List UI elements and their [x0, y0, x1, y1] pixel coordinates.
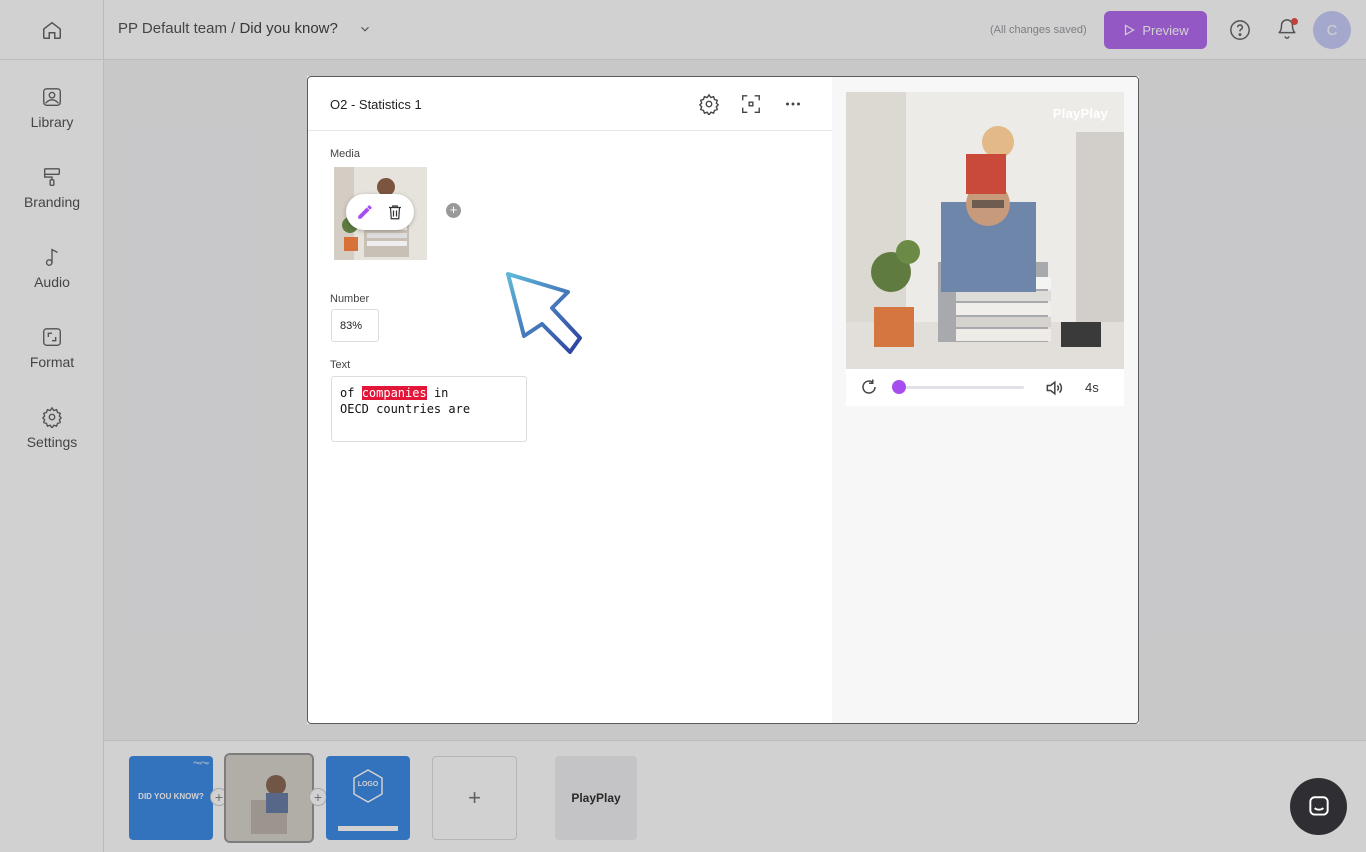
trash-icon[interactable]: [386, 203, 404, 221]
slide-title: O2 - Statistics 1: [330, 97, 422, 112]
brand-watermark: PlayPlay: [1053, 106, 1108, 121]
number-input[interactable]: 83%: [331, 309, 379, 342]
gear-icon[interactable]: [698, 93, 720, 115]
media-action-pill: [346, 194, 414, 230]
progress-knob[interactable]: [892, 380, 906, 394]
text-label: Text: [330, 359, 350, 371]
pointer-cursor-icon: [500, 268, 590, 363]
add-media-button[interactable]: +: [446, 203, 461, 218]
text-before: of: [340, 386, 362, 400]
more-options-icon[interactable]: [782, 93, 804, 115]
replay-icon[interactable]: [860, 378, 878, 396]
text-after: in: [427, 386, 449, 400]
modal-backdrop[interactable]: [0, 724, 1366, 852]
edit-pencil-icon[interactable]: [356, 203, 374, 221]
media-label: Media: [330, 148, 360, 160]
swap-layout-icon[interactable]: [740, 93, 762, 115]
text-input[interactable]: of companies in OECD countries are: [331, 376, 527, 442]
volume-icon[interactable]: [1044, 378, 1064, 398]
preview-canvas: PlayPlay: [846, 92, 1124, 369]
editor-header: O2 - Statistics 1: [308, 77, 832, 131]
slide-editor-modal: O2 - Statistics 1 Media +: [307, 76, 1139, 724]
number-label: Number: [330, 293, 369, 305]
preview-panel: PlayPlay 4s: [832, 77, 1138, 723]
preview-photo: [846, 92, 1124, 369]
text-selection: companies: [362, 386, 427, 400]
duration-label: 4s: [1085, 380, 1099, 395]
chat-support-button[interactable]: [1290, 778, 1347, 835]
progress-track[interactable]: [898, 386, 1024, 389]
text-line-2: OECD countries are: [340, 401, 518, 417]
text-line-1: of companies in: [340, 385, 518, 401]
editor-panel: O2 - Statistics 1 Media +: [308, 77, 832, 723]
modal-backdrop[interactable]: [1139, 76, 1366, 724]
modal-backdrop[interactable]: [0, 76, 307, 724]
video-player-controls: 4s: [846, 369, 1124, 406]
chat-icon: [1306, 794, 1332, 820]
modal-backdrop[interactable]: [0, 0, 1366, 76]
